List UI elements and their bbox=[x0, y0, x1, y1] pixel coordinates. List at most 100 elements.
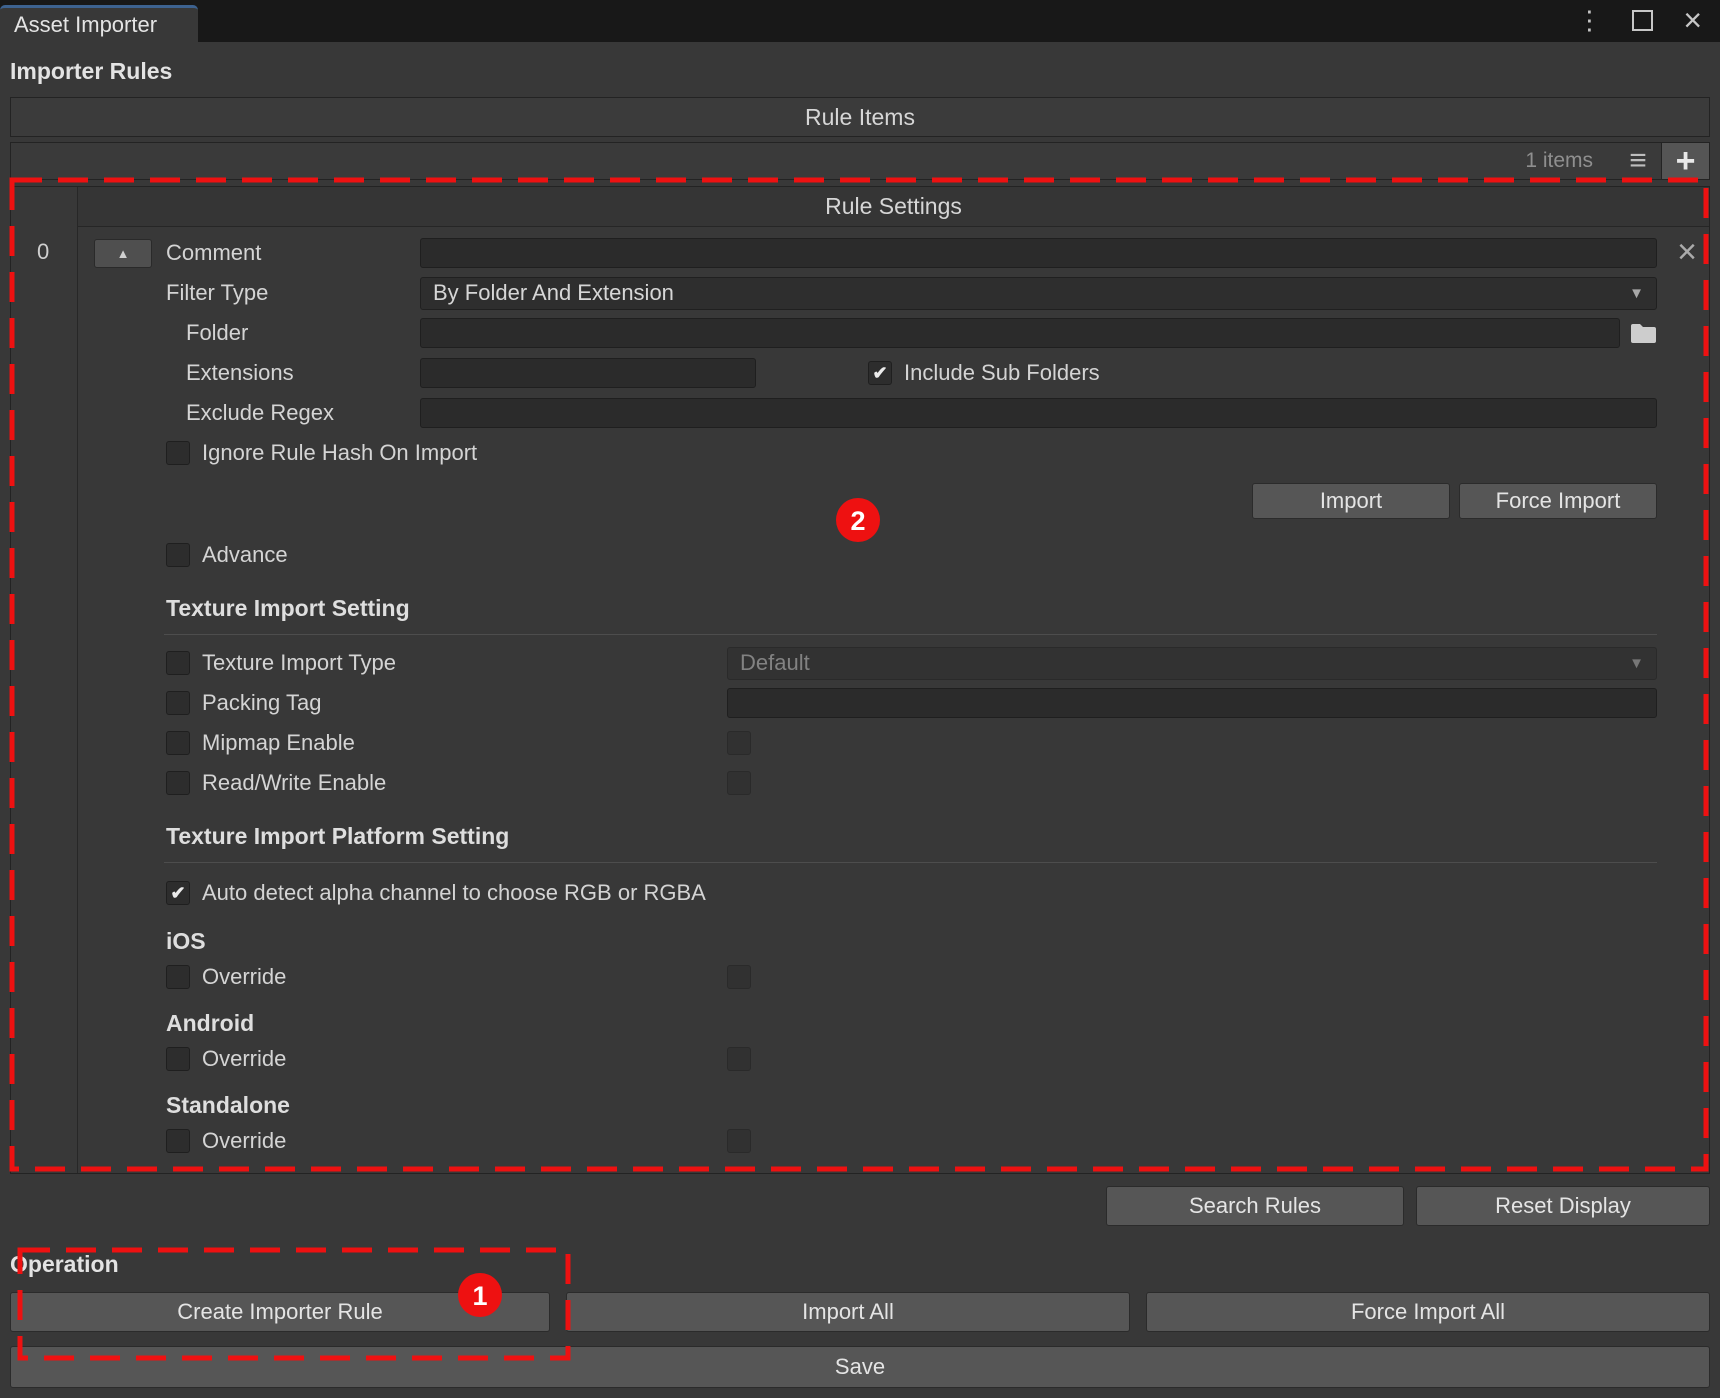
filter-type-label: Filter Type bbox=[166, 280, 268, 306]
texture-import-type-row: Texture Import Type Default ▼ bbox=[78, 643, 1709, 683]
android-override-row: Override bbox=[78, 1039, 1709, 1079]
force-import-all-button[interactable]: Force Import All bbox=[1146, 1292, 1710, 1332]
exclude-regex-row: Exclude Regex bbox=[78, 393, 1709, 433]
ios-override-value-checkbox bbox=[727, 965, 751, 989]
advance-checkbox[interactable] bbox=[166, 543, 190, 567]
exclude-regex-label: Exclude Regex bbox=[186, 400, 334, 426]
read-write-enable-value-checkbox bbox=[727, 771, 751, 795]
packing-tag-row: Packing Tag bbox=[78, 683, 1709, 723]
items-count: 1 items bbox=[1525, 149, 1593, 173]
remove-rule-button[interactable]: × bbox=[1677, 235, 1697, 269]
close-icon[interactable]: × bbox=[1683, 4, 1702, 36]
rule-settings-panel: Rule Settings × ▲ Comment bbox=[77, 187, 1709, 1173]
platform-standalone-title: Standalone bbox=[166, 1089, 1709, 1121]
ios-override-row: Override bbox=[78, 957, 1709, 997]
tab-asset-importer[interactable]: Asset Importer bbox=[0, 5, 198, 42]
standalone-override-row: Override bbox=[78, 1121, 1709, 1161]
operation-title: Operation bbox=[10, 1250, 1710, 1278]
texture-import-platform-setting-title: Texture Import Platform Setting bbox=[164, 819, 1657, 863]
list-menu-icon[interactable]: ≡ bbox=[1615, 143, 1661, 179]
include-sub-folders-label: Include Sub Folders bbox=[904, 360, 1100, 386]
main-content: Importer Rules Rule Items 1 items ≡ + 0 … bbox=[0, 42, 1720, 1388]
folder-input[interactable] bbox=[420, 318, 1620, 348]
texture-import-type-checkbox[interactable] bbox=[166, 651, 190, 675]
collapse-button[interactable]: ▲ bbox=[94, 239, 152, 268]
advance-row: Advance bbox=[78, 535, 1709, 575]
ios-override-label: Override bbox=[202, 964, 286, 990]
comment-input[interactable] bbox=[420, 238, 1657, 268]
standalone-override-checkbox[interactable] bbox=[166, 1129, 190, 1153]
filter-type-dropdown[interactable]: By Folder And Extension ▼ bbox=[420, 277, 1657, 310]
asset-importer-window: Asset Importer ⋮ × Importer Rules Rule I… bbox=[0, 0, 1720, 1398]
packing-tag-input[interactable] bbox=[727, 688, 1657, 718]
rule-items-toolbar: 1 items ≡ + bbox=[10, 142, 1710, 180]
rule-items-title: Rule Items bbox=[805, 104, 915, 131]
mipmap-enable-checkbox[interactable] bbox=[166, 731, 190, 755]
filter-type-value: By Folder And Extension bbox=[433, 280, 674, 306]
folder-row: Folder bbox=[78, 313, 1709, 353]
rule-settings-fields: ▲ Comment Filter Type By Folder And Exte… bbox=[78, 227, 1709, 1173]
mipmap-enable-value-checkbox bbox=[727, 731, 751, 755]
android-override-label: Override bbox=[202, 1046, 286, 1072]
platform-android-title: Android bbox=[166, 1007, 1709, 1039]
maximize-icon[interactable] bbox=[1632, 10, 1653, 31]
ignore-rule-hash-checkbox[interactable] bbox=[166, 441, 190, 465]
window-menu-icon[interactable]: ⋮ bbox=[1576, 7, 1602, 33]
chevron-down-icon: ▼ bbox=[1629, 285, 1644, 302]
extensions-label: Extensions bbox=[186, 360, 294, 386]
import-buttons-row: Import Force Import bbox=[78, 481, 1709, 521]
texture-import-type-value: Default bbox=[740, 650, 810, 676]
standalone-override-value-checkbox bbox=[727, 1129, 751, 1153]
read-write-enable-checkbox[interactable] bbox=[166, 771, 190, 795]
extensions-input[interactable] bbox=[420, 358, 756, 388]
standalone-override-label: Override bbox=[202, 1128, 286, 1154]
texture-import-type-label: Texture Import Type bbox=[202, 650, 396, 676]
auto-detect-alpha-label: Auto detect alpha channel to choose RGB … bbox=[202, 880, 706, 906]
create-importer-rule-button[interactable]: Create Importer Rule bbox=[10, 1292, 550, 1332]
mipmap-enable-row: Mipmap Enable bbox=[78, 723, 1709, 763]
auto-detect-alpha-checkbox[interactable] bbox=[166, 881, 190, 905]
include-sub-folders-checkbox[interactable] bbox=[868, 361, 892, 385]
rule-items-header: Rule Items bbox=[10, 97, 1710, 137]
triangle-up-icon: ▲ bbox=[117, 247, 130, 260]
search-rules-button[interactable]: Search Rules bbox=[1106, 1186, 1404, 1226]
rule-settings-title: Rule Settings bbox=[825, 193, 962, 220]
save-row: Save bbox=[10, 1346, 1710, 1388]
platform-ios-title: iOS bbox=[166, 925, 1709, 957]
filter-type-row: Filter Type By Folder And Extension ▼ bbox=[78, 273, 1709, 313]
search-row: Search Rules Reset Display bbox=[10, 1186, 1710, 1226]
reset-display-button[interactable]: Reset Display bbox=[1416, 1186, 1710, 1226]
add-rule-button[interactable]: + bbox=[1661, 143, 1709, 179]
folder-browse-icon[interactable] bbox=[1630, 322, 1657, 344]
ios-override-checkbox[interactable] bbox=[166, 965, 190, 989]
texture-import-setting-title: Texture Import Setting bbox=[164, 591, 1657, 635]
chevron-down-icon: ▼ bbox=[1629, 655, 1644, 672]
auto-detect-alpha-row: Auto detect alpha channel to choose RGB … bbox=[78, 871, 1709, 915]
advance-label: Advance bbox=[202, 542, 288, 568]
rule-row-index: 0 bbox=[11, 187, 77, 1173]
mipmap-enable-label: Mipmap Enable bbox=[202, 730, 355, 756]
read-write-enable-label: Read/Write Enable bbox=[202, 770, 386, 796]
exclude-regex-input[interactable] bbox=[420, 398, 1657, 428]
import-all-button[interactable]: Import All bbox=[566, 1292, 1130, 1332]
packing-tag-label: Packing Tag bbox=[202, 690, 321, 716]
ignore-rule-hash-label: Ignore Rule Hash On Import bbox=[202, 440, 477, 466]
android-override-value-checkbox bbox=[727, 1047, 751, 1071]
import-button[interactable]: Import bbox=[1252, 483, 1450, 519]
operation-row: Create Importer Rule Import All Force Im… bbox=[10, 1292, 1710, 1332]
ignore-rule-hash-row: Ignore Rule Hash On Import bbox=[78, 433, 1709, 473]
tab-title: Asset Importer bbox=[14, 12, 157, 38]
window-controls: ⋮ × bbox=[1576, 4, 1720, 42]
page-title: Importer Rules bbox=[10, 58, 1710, 85]
save-button[interactable]: Save bbox=[10, 1346, 1710, 1388]
packing-tag-checkbox[interactable] bbox=[166, 691, 190, 715]
texture-import-type-dropdown: Default ▼ bbox=[727, 647, 1657, 680]
rule-settings-header: Rule Settings bbox=[78, 187, 1709, 227]
android-override-checkbox[interactable] bbox=[166, 1047, 190, 1071]
extensions-row: Extensions Include Sub Folders bbox=[78, 353, 1709, 393]
force-import-button[interactable]: Force Import bbox=[1459, 483, 1657, 519]
titlebar: Asset Importer ⋮ × bbox=[0, 0, 1720, 42]
read-write-enable-row: Read/Write Enable bbox=[78, 763, 1709, 803]
folder-label: Folder bbox=[186, 320, 248, 346]
rule-row: 0 Rule Settings × ▲ Comment bbox=[10, 186, 1710, 1174]
